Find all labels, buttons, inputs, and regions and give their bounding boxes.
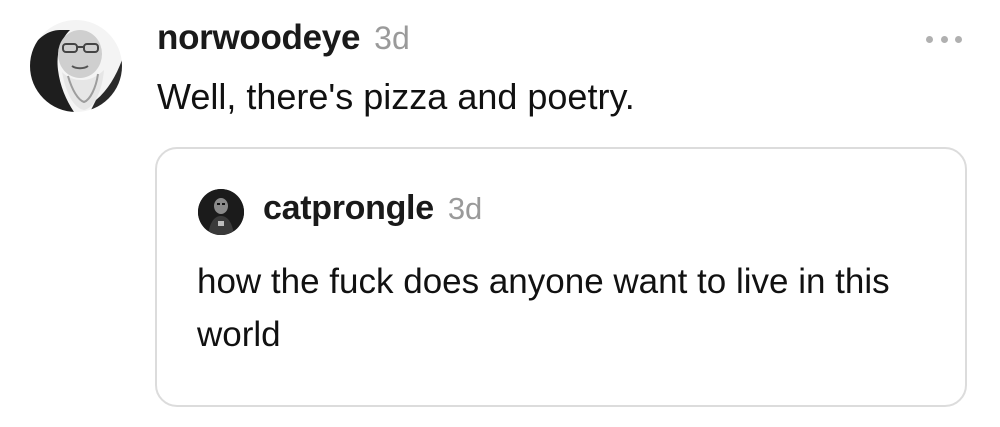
quoted-post-header: catprongle 3d (263, 189, 482, 228)
quoted-post-card[interactable]: catprongle 3d how the fuck does anyone w… (155, 147, 967, 407)
thread-post: norwoodeye 3d Well, there's pizza and po… (0, 0, 1000, 427)
author-username[interactable]: norwoodeye (157, 18, 360, 58)
more-options-button[interactable] (926, 33, 962, 45)
quoted-post-timestamp: 3d (447, 191, 483, 226)
author-avatar[interactable] (30, 20, 122, 112)
post-body-text: Well, there's pizza and poetry. (157, 76, 635, 117)
post-timestamp: 3d (374, 20, 410, 56)
more-horizontal-icon (926, 35, 933, 43)
bearded-man-avatar-icon (30, 20, 122, 112)
more-horizontal-icon (955, 35, 962, 43)
post-header: norwoodeye 3d (157, 18, 410, 62)
dark-figure-avatar-icon (198, 189, 244, 235)
quoted-author-avatar[interactable] (198, 189, 244, 235)
quoted-post-body-text: how the fuck does anyone want to live in… (197, 262, 890, 354)
more-horizontal-icon (940, 35, 948, 43)
quoted-author-username[interactable]: catprongle (263, 189, 434, 228)
